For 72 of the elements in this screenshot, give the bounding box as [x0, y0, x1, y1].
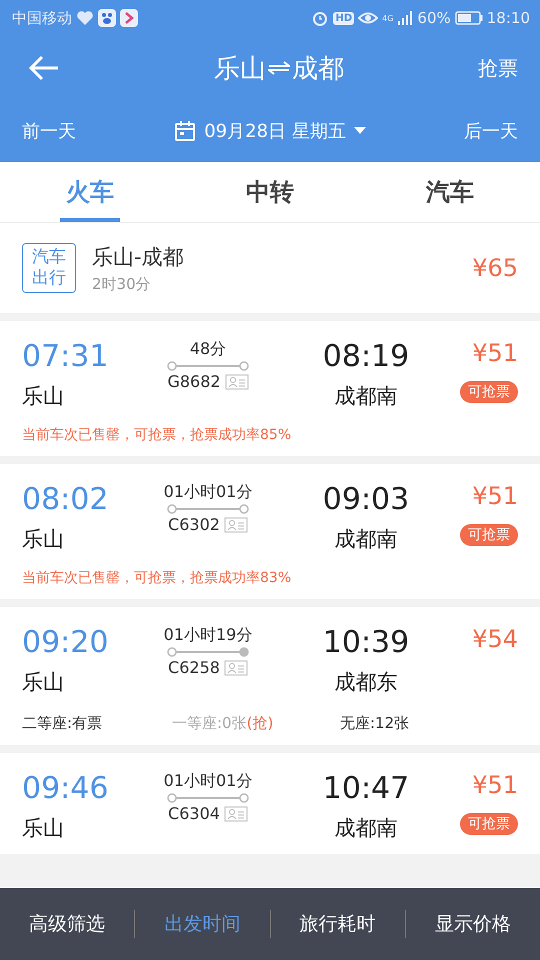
- seat-info: 二等座:有票: [22, 714, 104, 733]
- station-text: 成都东: [334, 669, 398, 696]
- train-number: C6304: [168, 804, 220, 823]
- seat-info: 一等座:0张(抢): [172, 714, 274, 733]
- station-text: 成都南: [334, 815, 398, 842]
- sold-out-note: 当前车次已售罄，可抢票，抢票成功率85%: [22, 426, 292, 444]
- grab-badge: 可抢票: [460, 813, 518, 835]
- duration-text: 01小时19分: [164, 625, 252, 646]
- id-card-icon: [224, 374, 249, 390]
- duration-text: 01小时01分: [164, 771, 252, 792]
- seat-info: 无座:12张: [340, 714, 410, 733]
- station-text: 成都南: [334, 383, 398, 410]
- heart-icon: [76, 10, 94, 26]
- network-text: 4G: [382, 14, 394, 22]
- price-text: ¥54: [472, 625, 518, 653]
- sold-out-note: 当前车次已售罄，可抢票，抢票成功率83%: [22, 569, 292, 587]
- tab[interactable]: 汽车: [360, 162, 540, 222]
- id-card-icon: [224, 516, 248, 532]
- departure-time: 08:02: [22, 482, 110, 517]
- swap-icon: [268, 61, 290, 75]
- station-text: 乐山: [22, 383, 65, 410]
- to-city: 成都: [292, 52, 344, 86]
- caret-icon[interactable]: [354, 127, 366, 135]
- departure-time: 09:46: [22, 771, 110, 806]
- arrival-time: 10:47: [322, 771, 410, 806]
- price-text: ¥51: [472, 771, 518, 799]
- price-text: ¥51: [472, 339, 518, 367]
- battery-percent: 60%: [417, 9, 451, 27]
- grab-badge: 可抢票: [460, 524, 518, 546]
- duration-text: 01小时01分: [164, 482, 252, 503]
- station-text: 成都南: [334, 526, 398, 553]
- play-app-icon: [120, 9, 138, 27]
- route-text: 乐山-成都: [92, 244, 185, 270]
- bus-badge: 汽车出行: [22, 243, 76, 293]
- bus-card[interactable]: 汽车出行 乐山-成都 2时30分 ¥65: [0, 223, 540, 313]
- hd-badge: HD: [333, 12, 354, 24]
- id-card-icon: [224, 660, 248, 676]
- arrival-time: 08:19: [322, 339, 410, 374]
- arrival-time: 09:03: [322, 482, 410, 517]
- train-card[interactable]: 09:20 乐山 01小时19分 C6258 10:39 成都东 ¥54 二等座:有票 一等座:0张(抢) 无座:12张: [0, 607, 540, 745]
- paw-icon: [98, 9, 116, 27]
- eye-icon: [358, 10, 378, 26]
- sort-button[interactable]: 高级筛选: [0, 910, 134, 938]
- tab[interactable]: 中转: [180, 162, 360, 222]
- train-card[interactable]: 09:46 乐山 01小时01分 C6304 10:47 成都南 ¥51 可抢票: [0, 753, 540, 854]
- from-city: 乐山: [214, 52, 266, 86]
- station-text: 乐山: [22, 526, 65, 553]
- carrier-text: 中国移动: [12, 8, 72, 28]
- departure-time: 07:31: [22, 339, 110, 374]
- clock-time: 18:10: [486, 9, 530, 27]
- sort-button[interactable]: 旅行耗时: [270, 910, 405, 938]
- train-number: C6258: [168, 658, 220, 677]
- train-card[interactable]: 07:31 乐山 48分 G8682 08:19 成都南 ¥51 可抢票 当前车次已售罄，可抢票，抢票成功率85%: [0, 321, 540, 456]
- calendar-icon[interactable]: [174, 120, 196, 142]
- duration-text: 2时30分: [92, 274, 152, 294]
- train-card[interactable]: 08:02 乐山 01小时01分 C6302 09:03 成都南 ¥51 可抢票 当前车次已售罄，可抢票，抢票成功率83%: [0, 464, 540, 599]
- departure-time: 09:20: [22, 625, 110, 660]
- grab-badge: 可抢票: [460, 381, 518, 403]
- price-text: ¥65: [472, 254, 518, 282]
- arrival-time: 10:39: [322, 625, 410, 660]
- signal-icon: [397, 10, 414, 26]
- id-card-icon: [224, 806, 248, 822]
- sort-button[interactable]: 显示价格: [406, 910, 540, 938]
- station-text: 乐山: [22, 815, 65, 842]
- train-number: G8682: [167, 372, 221, 391]
- price-text: ¥51: [472, 482, 518, 510]
- duration-text: 48分: [190, 339, 226, 360]
- alarm-icon: [311, 9, 330, 27]
- station-text: 乐山: [22, 669, 65, 696]
- back-icon[interactable]: [28, 55, 60, 81]
- battery-icon: [454, 11, 483, 25]
- train-number: C6302: [168, 515, 220, 534]
